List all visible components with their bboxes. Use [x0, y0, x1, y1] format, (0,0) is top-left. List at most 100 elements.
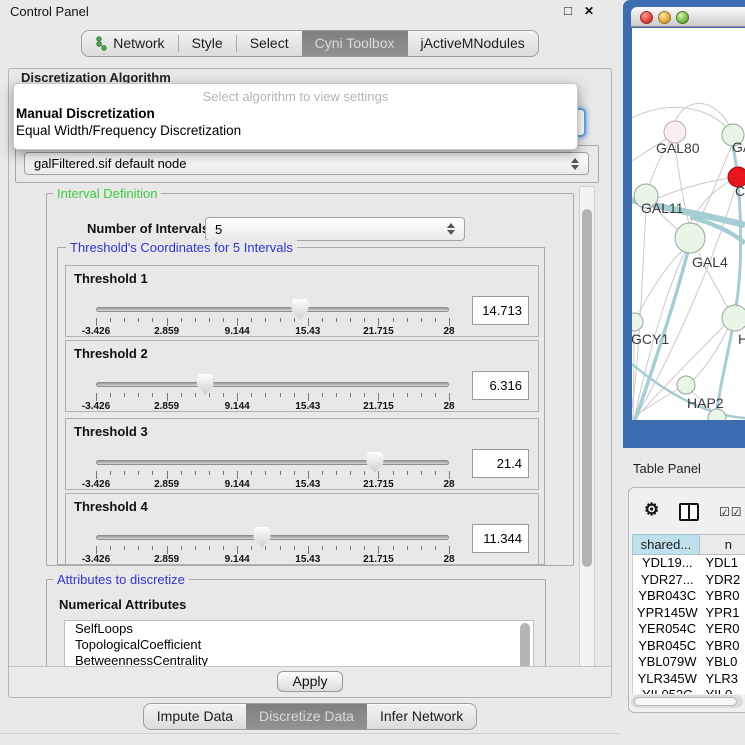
- node-gal4[interactable]: [675, 223, 705, 253]
- panel-title: Control Panel: [10, 4, 89, 19]
- label-gal80: GAL80: [656, 140, 700, 156]
- list-item[interactable]: TopologicalCoefficient: [65, 637, 533, 653]
- slider-handle[interactable]: [253, 527, 270, 548]
- network-icon: [95, 36, 107, 51]
- label-c: C: [735, 183, 745, 199]
- threshold-1-slider[interactable]: [96, 299, 449, 319]
- node-table: shared... n YDL19...YDL1YDR27...YDR2YBR0…: [632, 534, 745, 694]
- tab-style[interactable]: Style: [179, 31, 236, 56]
- algorithm-dropdown-popup: Select algorithm to view settings Manual…: [13, 83, 578, 150]
- settings-scrollbar[interactable]: [579, 186, 595, 668]
- tick-label: 2.859: [154, 479, 179, 490]
- table-header-row: shared... n: [632, 534, 745, 555]
- tab-network[interactable]: Network: [82, 31, 177, 56]
- tab-discretize-data[interactable]: Discretize Data: [246, 704, 367, 729]
- cell-name: YBR0: [702, 638, 745, 655]
- close-icon[interactable]: ✕: [581, 3, 597, 19]
- tab-label: Impute Data: [157, 704, 233, 729]
- table-row[interactable]: YLR345WYLR3: [633, 671, 745, 688]
- threshold-4-slider[interactable]: [96, 527, 449, 547]
- network-canvas[interactable]: GAL80 GA C GAL11 GAL4 GCY1 H HAP2: [632, 28, 745, 420]
- table-row[interactable]: YBR045CYBR0: [633, 638, 745, 655]
- label-h: H: [738, 331, 745, 347]
- table-row[interactable]: YDL19...YDL1: [633, 555, 745, 572]
- dropdown-option-manual[interactable]: Manual Discretization: [14, 105, 577, 122]
- control-panel-titlebar: Control Panel □ ✕: [0, 0, 620, 24]
- table-row[interactable]: YIL052CYIL0: [633, 687, 745, 694]
- cell-shared-name: YDR27...: [633, 572, 702, 589]
- tab-select[interactable]: Select: [237, 31, 302, 56]
- cell-name: YPR1: [702, 605, 745, 622]
- slider-handle[interactable]: [197, 374, 214, 395]
- tick-label: 9.144: [225, 554, 250, 565]
- threshold-3-value-field[interactable]: 21.4: [472, 449, 529, 478]
- threshold-label: Threshold 1: [74, 271, 148, 286]
- number-of-intervals-combo[interactable]: 5: [205, 217, 465, 241]
- node-h[interactable]: [722, 305, 745, 331]
- slider-handle[interactable]: [291, 299, 308, 320]
- table-horizontal-scrollbar[interactable]: [631, 695, 743, 708]
- slider-track[interactable]: [96, 307, 449, 312]
- tab-label: Style: [192, 31, 223, 56]
- dropdown-option-equal-width[interactable]: Equal Width/Frequency Discretization: [14, 122, 577, 139]
- tick-label: 2.859: [154, 326, 179, 337]
- mac-zoom-button[interactable]: [676, 11, 689, 24]
- gear-icon[interactable]: ⚙: [644, 500, 659, 520]
- mac-minimize-button[interactable]: [658, 11, 671, 24]
- tab-cyni-toolbox[interactable]: Cyni Toolbox: [302, 31, 408, 56]
- network-view-window[interactable]: GAL80 GA C GAL11 GAL4 GCY1 H HAP2: [623, 0, 745, 448]
- cell-shared-name: YDL19...: [633, 555, 702, 572]
- table-data-combo[interactable]: galFiltered.sif default node: [24, 152, 589, 175]
- label-gal4: GAL4: [692, 254, 728, 270]
- column-header-name[interactable]: n: [700, 534, 745, 555]
- slider-track[interactable]: [96, 382, 449, 387]
- numerical-attributes-list[interactable]: SelfLoopsTopologicalCoefficientBetweenne…: [64, 620, 534, 668]
- node-hap2[interactable]: [677, 376, 695, 394]
- mac-close-button[interactable]: [640, 11, 653, 24]
- slider-track[interactable]: [96, 460, 449, 465]
- table-row[interactable]: YBR043CYBR0: [633, 588, 745, 605]
- label-hap2: HAP2: [687, 395, 724, 411]
- slider-ticks: [96, 318, 449, 326]
- table-row[interactable]: YDR27...YDR2: [633, 572, 745, 589]
- apply-button[interactable]: Apply: [277, 671, 342, 692]
- split-columns-icon[interactable]: [679, 503, 699, 521]
- node-gcy1[interactable]: [632, 313, 643, 331]
- table-row[interactable]: YPR145WYPR1: [633, 605, 745, 622]
- threshold-group-title: Threshold's Coordinates for 5 Intervals: [66, 240, 297, 255]
- checkbox-columns-icon[interactable]: ☑☑: [719, 505, 743, 519]
- cell-shared-name: YLR345W: [633, 671, 702, 688]
- column-header-shared[interactable]: shared...: [632, 534, 700, 555]
- tick-label: 28: [443, 326, 454, 337]
- threshold-4-value-field[interactable]: 11.344: [472, 524, 529, 553]
- network-window-titlebar[interactable]: [631, 7, 745, 27]
- tab-label: Cyni Toolbox: [315, 31, 395, 56]
- list-scrollbar-thumb[interactable]: [520, 623, 530, 668]
- threshold-2-slider[interactable]: [96, 374, 449, 394]
- slider-track[interactable]: [96, 535, 449, 540]
- tick-label: 9.144: [225, 326, 250, 337]
- interval-definition-title: Interval Definition: [53, 186, 161, 201]
- list-item[interactable]: SelfLoops: [65, 621, 533, 637]
- slider-tick-labels: -3.4262.8599.14415.4321.71528: [96, 326, 449, 337]
- threshold-1-value-field[interactable]: 14.713: [472, 296, 529, 325]
- table-scrollbar-thumb[interactable]: [634, 697, 737, 706]
- tick-label: -3.426: [82, 554, 110, 565]
- slider-handle[interactable]: [366, 452, 383, 473]
- threshold-label: Threshold 2: [74, 346, 148, 361]
- slider-tick-labels: -3.4262.8599.14415.4321.71528: [96, 401, 449, 412]
- tab-infer-network[interactable]: Infer Network: [367, 704, 476, 729]
- table-row[interactable]: YER054CYER0: [633, 621, 745, 638]
- settings-scrollbar-thumb[interactable]: [582, 209, 592, 567]
- table-row[interactable]: YBL079WYBL0: [633, 654, 745, 671]
- slider-tick-labels: -3.4262.8599.14415.4321.71528: [96, 554, 449, 565]
- slider-tick-labels: -3.4262.8599.14415.4321.71528: [96, 479, 449, 490]
- tick-label: 21.715: [363, 326, 394, 337]
- interval-definition-group: Interval Definition Number of Intervals …: [46, 193, 574, 566]
- float-window-icon[interactable]: □: [560, 3, 576, 19]
- slider-ticks: [96, 471, 449, 479]
- threshold-2-value-field[interactable]: 6.316: [472, 371, 529, 400]
- tab-impute-data[interactable]: Impute Data: [144, 704, 246, 729]
- tab-jactivemnodules[interactable]: jActiveMNodules: [408, 31, 538, 56]
- threshold-3-slider[interactable]: [96, 452, 449, 472]
